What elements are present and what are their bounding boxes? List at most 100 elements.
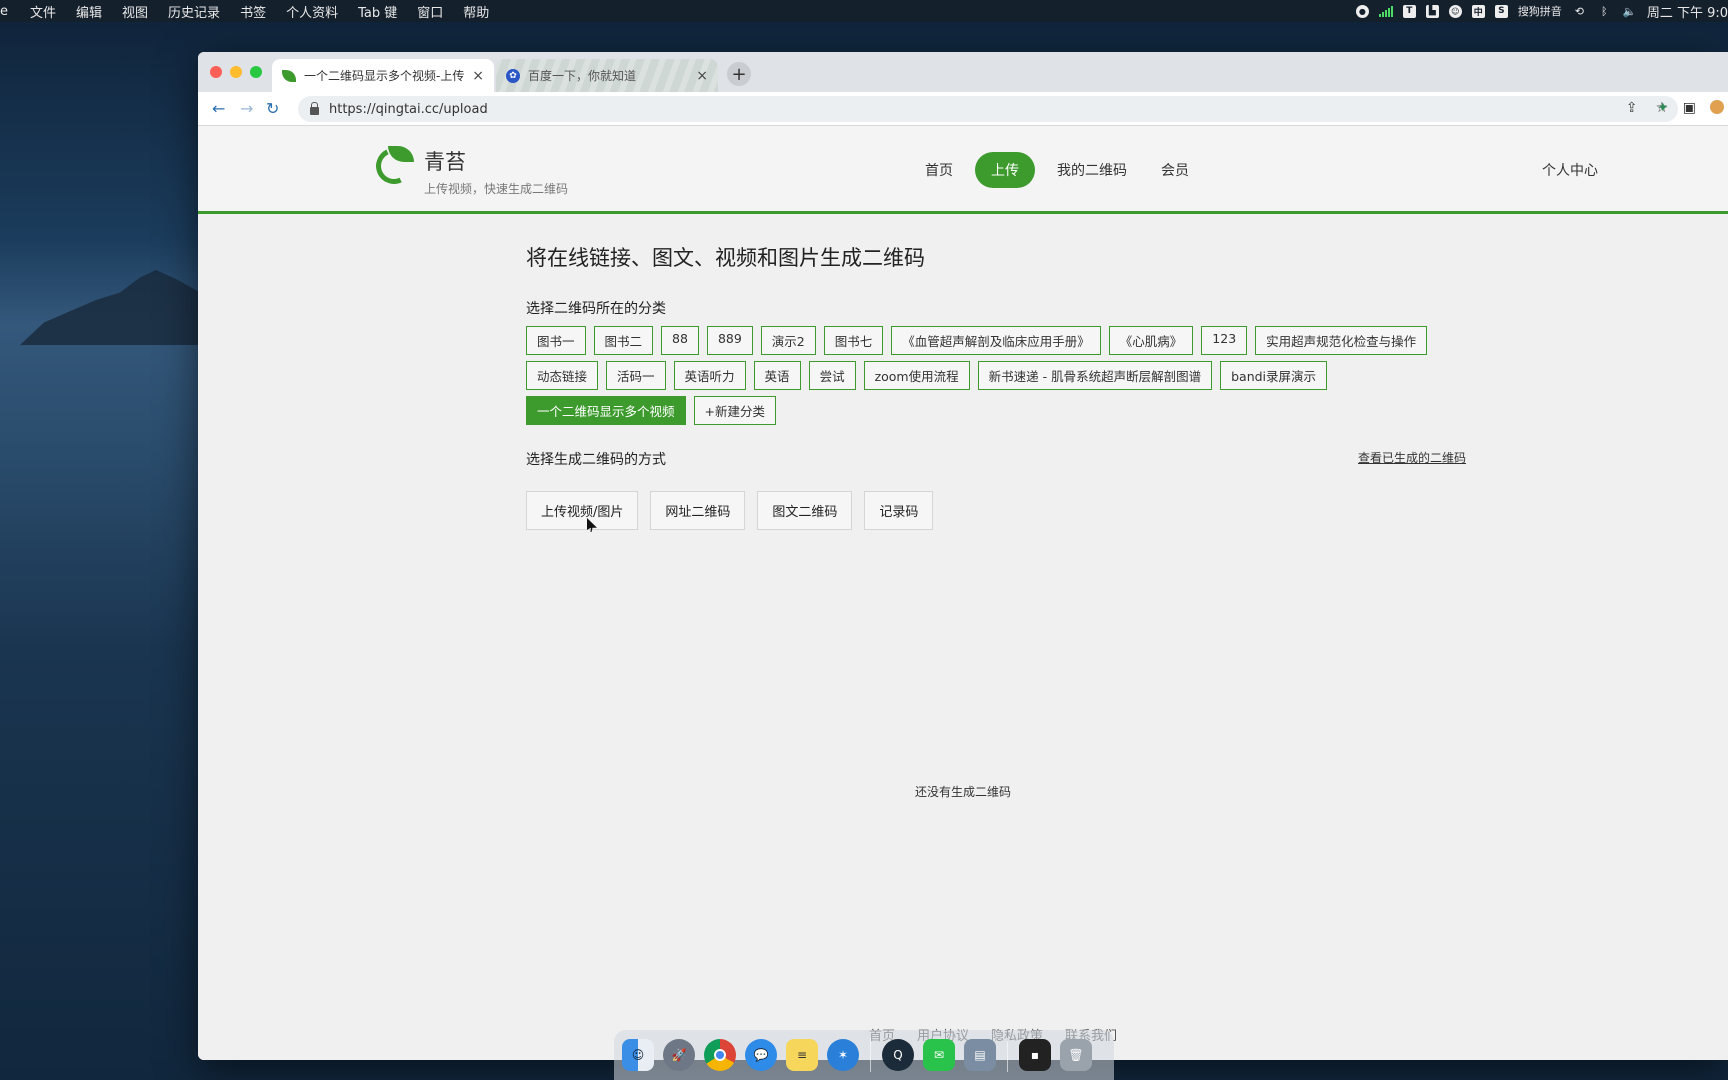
minimize-window-button[interactable]	[230, 66, 242, 78]
signal-icon[interactable]	[1378, 5, 1393, 17]
category-tag[interactable]: 《心肌病》	[1108, 326, 1194, 355]
back-icon[interactable]: ←	[212, 99, 225, 118]
menu-view[interactable]: 视图	[112, 2, 158, 21]
nav-my-qrcodes[interactable]: 我的二维码	[1045, 152, 1139, 188]
safari-icon[interactable]: ✶	[827, 1039, 859, 1071]
tab-baidu[interactable]: ✿ 百度一下，你就知道 ×	[496, 59, 718, 92]
menu-file[interactable]: 文件	[20, 2, 66, 21]
view-generated-link[interactable]: 查看已生成的二维码	[1358, 449, 1466, 466]
menu-app-name[interactable]: e	[0, 4, 20, 19]
category-tag[interactable]: zoom使用流程	[863, 361, 970, 390]
category-tag[interactable]: 英语	[753, 361, 801, 390]
reload-icon[interactable]: ↻	[266, 99, 279, 118]
desktop-wallpaper-island	[20, 270, 220, 345]
input-method-label[interactable]: 搜狗拼音	[1518, 3, 1562, 19]
preview-icon[interactable]: ▤	[964, 1039, 996, 1071]
upload-media-button[interactable]: 上传视频/图片	[526, 491, 639, 530]
tab-close-icon[interactable]: ×	[472, 68, 484, 84]
ime-zh-icon[interactable]: 中	[1471, 4, 1485, 18]
browser-toolbar: ← → ↻ https://qingtai.cc/upload ⇪ ☆ ✦ ▣	[198, 92, 1728, 126]
menu-window[interactable]: 窗口	[407, 2, 453, 21]
trash-icon[interactable]: 🗑	[1060, 1039, 1092, 1071]
menu-tab[interactable]: Tab 键	[348, 2, 407, 21]
menu-help[interactable]: 帮助	[453, 2, 499, 21]
tab-close-icon[interactable]: ×	[696, 68, 708, 84]
nav-upload[interactable]: 上传	[975, 152, 1035, 188]
quicktime-icon[interactable]: Q	[882, 1039, 914, 1071]
new-tab-button[interactable]: +	[727, 62, 751, 86]
category-tag[interactable]: bandi录屏演示	[1220, 361, 1328, 390]
category-tag[interactable]: 实用超声规范化检查与操作	[1255, 326, 1428, 355]
logo-tagline: 上传视频，快速生成二维码	[424, 182, 569, 196]
minimized-window-icon[interactable]: ▪	[1019, 1039, 1051, 1071]
main-nav: 首页 上传 我的二维码 会员	[913, 152, 1201, 188]
rich-text-qrcode-button[interactable]: 图文二维码	[757, 491, 853, 530]
launchpad-icon[interactable]: 🚀	[663, 1039, 695, 1071]
lock-icon	[310, 101, 319, 115]
wechat-icon[interactable]: ✉	[923, 1039, 955, 1071]
category-tag[interactable]: 图书一	[526, 326, 586, 355]
category-tag[interactable]: 新书速递 - 肌骨系统超声断层解剖图谱	[977, 361, 1213, 390]
category-tag[interactable]: 尝试	[808, 361, 856, 390]
site-header: 青苔 上传视频，快速生成二维码 首页 上传 我的二维码 会员 个人中心	[198, 126, 1728, 214]
bluetooth-icon[interactable]: ᛒ	[1597, 4, 1612, 18]
address-bar[interactable]: https://qingtai.cc/upload ⇪ ☆	[298, 96, 1678, 122]
finder-icon[interactable]: ☺	[622, 1039, 654, 1071]
site-logo[interactable]: 青苔 上传视频，快速生成二维码	[370, 142, 569, 197]
method-header: 选择生成二维码的方式 查看已生成的二维码	[526, 449, 1466, 471]
menubar-clock[interactable]: 周二 下午 9:0	[1647, 2, 1728, 21]
category-label: 选择二维码所在的分类	[526, 301, 666, 317]
category-tag[interactable]: 英语听力	[673, 361, 746, 390]
volume-icon[interactable]: 🔈	[1622, 4, 1637, 18]
url-qrcode-button[interactable]: 网址二维码	[650, 491, 746, 530]
extensions-puzzle-icon[interactable]: ✦	[1657, 100, 1669, 116]
close-window-button[interactable]	[210, 66, 222, 78]
macos-dock: ☺ 🚀 💬 ≡ ✶ Q ✉ ▤ ▪ 🗑	[614, 1030, 1114, 1080]
new-category-button[interactable]: +新建分类	[693, 396, 776, 425]
record-code-button[interactable]: 记录码	[864, 491, 934, 530]
notes-icon[interactable]: ≡	[786, 1039, 818, 1071]
category-tag[interactable]: 123	[1201, 326, 1248, 355]
category-tag[interactable]: 《血管超声解剖及临床应用手册》	[891, 326, 1101, 355]
category-tag[interactable]: 图书二	[593, 326, 654, 355]
window-controls	[210, 66, 262, 78]
category-tag[interactable]: 图书七	[823, 326, 884, 355]
time-machine-icon[interactable]: ⟲	[1572, 4, 1587, 18]
tab-strip: 一个二维码显示多个视频-上传视 × ✿ 百度一下，你就知道 × +	[198, 52, 1728, 92]
tab-qingtai[interactable]: 一个二维码显示多个视频-上传视 ×	[272, 59, 494, 92]
page-title: 将在线链接、图文、视频和图片生成二维码	[526, 246, 925, 270]
category-tag[interactable]: 889	[706, 326, 753, 355]
empty-state-text: 还没有生成二维码	[914, 785, 1011, 799]
zoom-window-button[interactable]	[250, 66, 262, 78]
category-tag[interactable]: 演示2	[760, 326, 816, 355]
user-center-link[interactable]: 个人中心	[1542, 160, 1598, 180]
share-icon[interactable]: ⇪	[1626, 100, 1638, 116]
forward-icon[interactable]: →	[240, 99, 253, 118]
browser-window: 一个二维码显示多个视频-上传视 × ✿ 百度一下，你就知道 × + ← → ↻ …	[198, 52, 1728, 1060]
baidu-favicon-icon: ✿	[506, 68, 520, 83]
category-tag[interactable]: 活码一	[606, 361, 666, 390]
menu-bookmarks[interactable]: 书签	[230, 2, 276, 21]
category-list: 图书一 图书二 88 889 演示2 图书七 《血管超声解剖及临床应用手册》 《…	[526, 326, 1446, 425]
record-icon[interactable]: ●	[1355, 4, 1369, 18]
category-tag[interactable]: 动态链接	[526, 361, 599, 390]
tab-title: 一个二维码显示多个视频-上传视	[304, 69, 465, 83]
qingtai-favicon-icon	[282, 69, 296, 82]
nav-home[interactable]: 首页	[913, 152, 965, 188]
nav-membership[interactable]: 会员	[1149, 152, 1201, 188]
layout-icon[interactable]: ▙	[1425, 4, 1439, 18]
chrome-icon[interactable]	[704, 1039, 736, 1071]
text-icon[interactable]: T	[1402, 4, 1416, 18]
menu-profiles[interactable]: 个人资料	[276, 2, 348, 21]
smiley-icon[interactable]: ☺	[1448, 4, 1462, 18]
messages-icon[interactable]: 💬	[745, 1039, 777, 1071]
dock-separator	[1007, 1038, 1008, 1072]
logo-name: 青苔	[424, 150, 466, 174]
side-panel-icon[interactable]: ▣	[1683, 100, 1696, 116]
menu-history[interactable]: 历史记录	[158, 2, 230, 21]
menu-edit[interactable]: 编辑	[66, 2, 112, 21]
profile-avatar[interactable]	[1710, 100, 1724, 114]
category-tag[interactable]: 88	[661, 326, 699, 355]
category-tag-selected[interactable]: 一个二维码显示多个视频	[526, 396, 686, 425]
sogou-icon[interactable]: S	[1494, 4, 1508, 18]
